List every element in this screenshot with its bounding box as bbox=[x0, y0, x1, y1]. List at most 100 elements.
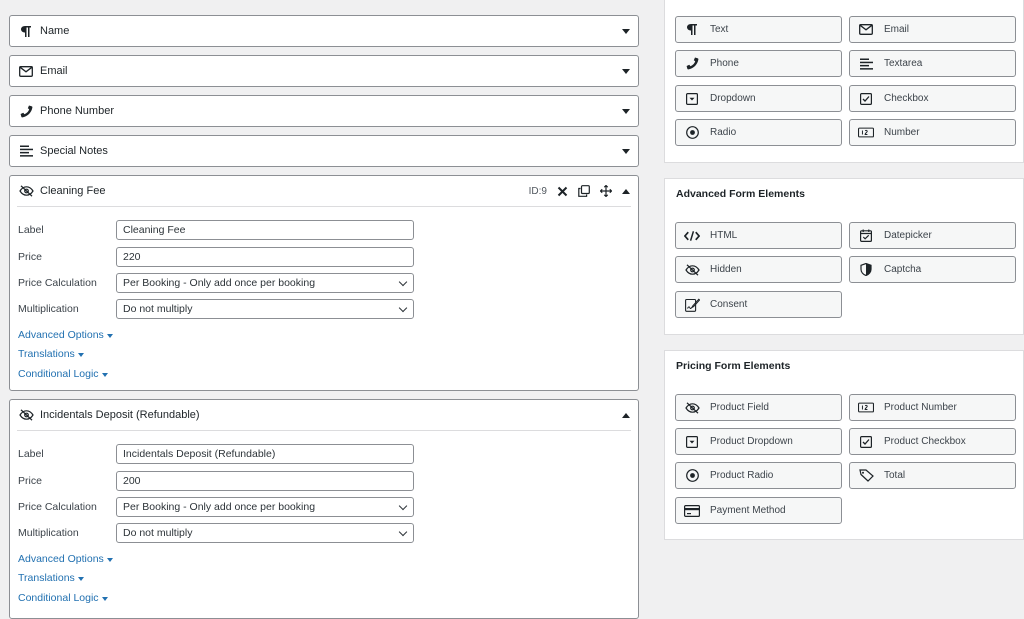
field-phone-header[interactable]: Phone Number bbox=[10, 96, 638, 126]
hidden-eye-icon bbox=[684, 262, 700, 278]
add-html-button[interactable]: HTML bbox=[675, 222, 842, 249]
paragraph-icon bbox=[684, 22, 700, 38]
price-caption: Price bbox=[18, 475, 42, 487]
add-textarea-button[interactable]: Textarea bbox=[849, 50, 1016, 77]
text-lines-icon bbox=[18, 143, 34, 159]
price-calculation-select[interactable]: Per Booking - Only add once per booking bbox=[116, 273, 414, 293]
translations-link[interactable]: Translations bbox=[18, 348, 84, 360]
price-row: Price 200 bbox=[18, 471, 414, 491]
add-product-checkbox-button[interactable]: Product Checkbox bbox=[849, 428, 1016, 455]
move-field-icon[interactable] bbox=[600, 185, 612, 197]
conditional-logic-link[interactable]: Conditional Logic bbox=[18, 592, 108, 604]
label-input[interactable]: Cleaning Fee bbox=[116, 220, 414, 240]
credit-card-icon bbox=[684, 503, 700, 519]
expand-caret-icon[interactable] bbox=[622, 109, 630, 114]
radio-icon bbox=[684, 468, 700, 484]
price-input[interactable]: 220 bbox=[116, 247, 414, 267]
button-label: Captcha bbox=[884, 264, 922, 275]
text-lines-icon bbox=[858, 56, 874, 72]
add-phone-button[interactable]: Phone bbox=[675, 50, 842, 77]
shield-icon bbox=[858, 262, 874, 278]
price-caption: Price bbox=[18, 251, 42, 263]
add-text-button[interactable]: Text bbox=[675, 16, 842, 43]
field-cleaning-fee-header[interactable]: Cleaning Fee ID:9 bbox=[10, 176, 638, 206]
caret-down-icon bbox=[77, 576, 84, 581]
button-label: Email bbox=[884, 24, 910, 35]
expand-caret-icon[interactable] bbox=[622, 29, 630, 34]
add-product-dropdown-button[interactable]: Product Dropdown bbox=[675, 428, 842, 455]
chevron-down-icon bbox=[398, 501, 408, 511]
price-calculation-select[interactable]: Per Booking - Only add once per booking bbox=[116, 497, 414, 517]
button-label: Checkbox bbox=[884, 93, 929, 104]
add-checkbox-button[interactable]: Checkbox bbox=[849, 85, 1016, 112]
field-special-notes[interactable]: Special Notes bbox=[9, 135, 639, 167]
add-consent-button[interactable]: Consent bbox=[675, 291, 842, 318]
add-total-button[interactable]: Total bbox=[849, 462, 1016, 489]
add-product-radio-button[interactable]: Product Radio bbox=[675, 462, 842, 489]
delete-field-icon[interactable] bbox=[557, 186, 568, 197]
field-actions bbox=[622, 400, 630, 430]
multiplication-row: Multiplication Do not multiply bbox=[18, 523, 414, 543]
caret-down-icon bbox=[101, 596, 108, 601]
price-calculation-row: Price Calculation Per Booking - Only add… bbox=[18, 273, 414, 293]
price-input[interactable]: 200 bbox=[116, 471, 414, 491]
price-calculation-caption: Price Calculation bbox=[18, 501, 97, 513]
field-title: Name bbox=[40, 25, 70, 37]
advanced-options-link[interactable]: Advanced Options bbox=[18, 329, 113, 341]
advanced-options-link[interactable]: Advanced Options bbox=[18, 553, 113, 565]
expand-caret-icon[interactable] bbox=[622, 69, 630, 74]
field-email[interactable]: Email bbox=[9, 55, 639, 87]
collapse-caret-icon[interactable] bbox=[622, 188, 630, 194]
expand-caret-icon[interactable] bbox=[622, 149, 630, 154]
multiplication-row: Multiplication Do not multiply bbox=[18, 299, 414, 319]
button-label: Total bbox=[884, 470, 906, 481]
add-product-field-button[interactable]: Product Field bbox=[675, 394, 842, 421]
field-title: Incidentals Deposit (Refundable) bbox=[40, 409, 200, 421]
select-value: Per Booking - Only add once per booking bbox=[123, 501, 316, 513]
add-number-button[interactable]: Number bbox=[849, 119, 1016, 146]
button-label: Consent bbox=[710, 299, 748, 310]
add-email-button[interactable]: Email bbox=[849, 16, 1016, 43]
header-divider bbox=[17, 430, 631, 431]
add-product-number-button[interactable]: Product Number bbox=[849, 394, 1016, 421]
checkbox-icon bbox=[858, 91, 874, 107]
add-dropdown-button[interactable]: Dropdown bbox=[675, 85, 842, 112]
form-builder-fields: Name Email Phone Number Special Notes Cl… bbox=[0, 0, 650, 619]
tag-icon bbox=[858, 468, 874, 484]
field-notes-header[interactable]: Special Notes bbox=[10, 136, 638, 166]
dropdown-icon bbox=[684, 434, 700, 450]
field-id-label: ID:9 bbox=[528, 185, 547, 197]
field-title: Phone Number bbox=[40, 105, 114, 117]
field-deposit-header[interactable]: Incidentals Deposit (Refundable) bbox=[10, 400, 638, 430]
field-email-header[interactable]: Email bbox=[10, 56, 638, 86]
button-label: Product Dropdown bbox=[710, 436, 793, 447]
caret-down-icon bbox=[106, 557, 113, 562]
header-divider bbox=[17, 206, 631, 207]
number-icon bbox=[858, 400, 874, 416]
field-name[interactable]: Name bbox=[9, 15, 639, 47]
field-phone-number[interactable]: Phone Number bbox=[9, 95, 639, 127]
price-row: Price 220 bbox=[18, 247, 414, 267]
multiplication-select[interactable]: Do not multiply bbox=[116, 299, 414, 319]
conditional-logic-link[interactable]: Conditional Logic bbox=[18, 368, 108, 380]
add-payment-method-button[interactable]: Payment Method bbox=[675, 497, 842, 524]
radio-icon bbox=[684, 125, 700, 141]
duplicate-field-icon[interactable] bbox=[578, 185, 590, 197]
add-hidden-button[interactable]: Hidden bbox=[675, 256, 842, 283]
add-radio-button[interactable]: Radio bbox=[675, 119, 842, 146]
multiplication-select[interactable]: Do not multiply bbox=[116, 523, 414, 543]
button-label: Textarea bbox=[884, 58, 923, 69]
add-captcha-button[interactable]: Captcha bbox=[849, 256, 1016, 283]
panel-title: Pricing Form Elements bbox=[676, 360, 791, 372]
collapse-caret-icon[interactable] bbox=[622, 412, 630, 418]
label-input[interactable]: Incidentals Deposit (Refundable) bbox=[116, 444, 414, 464]
link-text: Advanced Options bbox=[18, 553, 104, 565]
link-text: Translations bbox=[18, 348, 75, 360]
add-datepicker-button[interactable]: Datepicker bbox=[849, 222, 1016, 249]
button-label: Hidden bbox=[710, 264, 742, 275]
translations-link[interactable]: Translations bbox=[18, 572, 84, 584]
button-label: Dropdown bbox=[710, 93, 756, 104]
button-label: Radio bbox=[710, 127, 737, 138]
field-name-header[interactable]: Name bbox=[10, 16, 638, 46]
label-row: Label Incidentals Deposit (Refundable) bbox=[18, 444, 414, 464]
